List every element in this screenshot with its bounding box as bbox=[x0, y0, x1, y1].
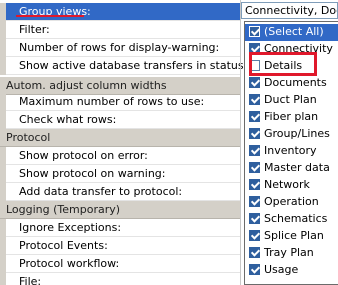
option-label: (Select All) bbox=[264, 25, 324, 38]
row-gutter bbox=[0, 273, 6, 285]
property-label: Maximum number of rows to use: bbox=[19, 95, 205, 108]
row-gutter bbox=[0, 183, 6, 201]
option-splice-plan[interactable]: Splice Plan bbox=[245, 228, 338, 245]
property-row-protocol-warning[interactable]: Show protocol on warning: bbox=[0, 165, 240, 183]
row-gutter bbox=[0, 237, 6, 255]
category-title: Protocol bbox=[6, 131, 51, 144]
property-row-protocol-workflow[interactable]: Protocol workflow: bbox=[0, 255, 240, 273]
option-inventory[interactable]: Inventory bbox=[245, 143, 338, 160]
option-label: Tray Plan bbox=[264, 246, 314, 259]
property-label: Filter: bbox=[19, 23, 50, 36]
option-label: Splice Plan bbox=[264, 229, 324, 242]
group-views-value-field[interactable]: Connectivity, Documents bbox=[241, 2, 338, 19]
property-label: Show active database transfers in status… bbox=[19, 59, 266, 72]
property-row-db-transfers[interactable]: Show active database transfers in status… bbox=[0, 57, 265, 75]
checkbox[interactable] bbox=[249, 247, 260, 258]
property-row-protocol-error[interactable]: Show protocol on error: bbox=[0, 147, 240, 165]
checkbox[interactable] bbox=[249, 128, 260, 139]
property-row-max-rows[interactable]: Maximum number of rows to use: bbox=[0, 93, 240, 111]
option-duct-plan[interactable]: Duct Plan bbox=[245, 92, 338, 109]
property-label: Add data transfer to protocol: bbox=[19, 185, 183, 198]
option-usage[interactable]: Usage bbox=[245, 262, 338, 279]
option-tray-plan[interactable]: Tray Plan bbox=[245, 245, 338, 262]
category-protocol[interactable]: Protocol bbox=[0, 129, 240, 147]
checkbox[interactable] bbox=[249, 94, 260, 105]
row-gutter bbox=[0, 219, 6, 237]
property-label: Number of rows for display-warning: bbox=[19, 41, 220, 54]
checkbox[interactable] bbox=[249, 213, 260, 224]
property-row-display-warning[interactable]: Number of rows for display-warning: bbox=[0, 39, 240, 57]
checkbox[interactable] bbox=[249, 162, 260, 173]
checkbox[interactable] bbox=[249, 230, 260, 241]
row-gutter bbox=[0, 57, 6, 75]
option-label: Usage bbox=[264, 263, 299, 276]
option-label: Inventory bbox=[264, 144, 317, 157]
checkbox[interactable] bbox=[249, 145, 260, 156]
property-row-check-rows[interactable]: Check what rows: bbox=[0, 111, 240, 129]
option-label: Documents bbox=[264, 76, 327, 89]
property-row-filter[interactable]: Filter: bbox=[0, 21, 240, 39]
option-network[interactable]: Network bbox=[245, 177, 338, 194]
option-operation[interactable]: Operation bbox=[245, 194, 338, 211]
row-gutter bbox=[0, 93, 6, 111]
annotation-underline bbox=[16, 15, 84, 17]
property-row-file[interactable]: File: bbox=[0, 273, 240, 285]
property-row-protocol-events[interactable]: Protocol Events: bbox=[0, 237, 240, 255]
property-label: Show protocol on error: bbox=[19, 149, 148, 162]
property-label: Ignore Exceptions: bbox=[19, 221, 122, 234]
option-master-data[interactable]: Master data bbox=[245, 160, 338, 177]
row-gutter bbox=[0, 21, 6, 39]
category-logging[interactable]: Logging (Temporary) bbox=[0, 201, 240, 219]
property-label: Show protocol on warning: bbox=[19, 167, 166, 180]
grid-splitter[interactable] bbox=[240, 0, 241, 285]
option-label: Network bbox=[264, 178, 310, 191]
property-row-ignore-exceptions[interactable]: Ignore Exceptions: bbox=[0, 219, 240, 237]
option-select-all[interactable]: (Select All) bbox=[245, 24, 338, 41]
property-label: Check what rows: bbox=[19, 113, 117, 126]
option-label: Master data bbox=[264, 161, 330, 174]
row-gutter bbox=[0, 255, 6, 273]
option-group-lines[interactable]: Group/Lines bbox=[245, 126, 338, 143]
row-gutter bbox=[0, 165, 6, 183]
option-documents[interactable]: Documents bbox=[245, 75, 338, 92]
category-title: Logging (Temporary) bbox=[6, 203, 121, 216]
checkbox[interactable] bbox=[249, 179, 260, 190]
row-gutter bbox=[0, 147, 6, 165]
row-gutter bbox=[0, 39, 6, 57]
property-label: Protocol Events: bbox=[19, 239, 108, 252]
option-label: Group/Lines bbox=[264, 127, 330, 140]
checkbox[interactable] bbox=[249, 77, 260, 88]
option-label: Duct Plan bbox=[264, 93, 317, 106]
property-row-add-transfer[interactable]: Add data transfer to protocol: bbox=[0, 183, 240, 201]
checkbox[interactable] bbox=[249, 196, 260, 207]
option-schematics[interactable]: Schematics bbox=[245, 211, 338, 228]
property-label: Protocol workflow: bbox=[19, 257, 120, 270]
option-label: Fiber plan bbox=[264, 110, 319, 123]
option-label: Operation bbox=[264, 195, 319, 208]
property-label: File: bbox=[19, 275, 42, 285]
category-title: Autom. adjust column widths bbox=[6, 79, 167, 92]
option-label: Schematics bbox=[264, 212, 328, 225]
annotation-highlight-box bbox=[249, 52, 317, 76]
checkbox[interactable] bbox=[249, 264, 260, 275]
checkbox[interactable] bbox=[249, 26, 260, 37]
property-row-group-views[interactable]: Group views: bbox=[0, 3, 240, 21]
option-fiber-plan[interactable]: Fiber plan bbox=[245, 109, 338, 126]
checkbox[interactable] bbox=[249, 111, 260, 122]
group-views-value: Connectivity, Documents bbox=[245, 4, 337, 17]
row-gutter bbox=[0, 111, 6, 129]
row-gutter bbox=[0, 3, 6, 21]
